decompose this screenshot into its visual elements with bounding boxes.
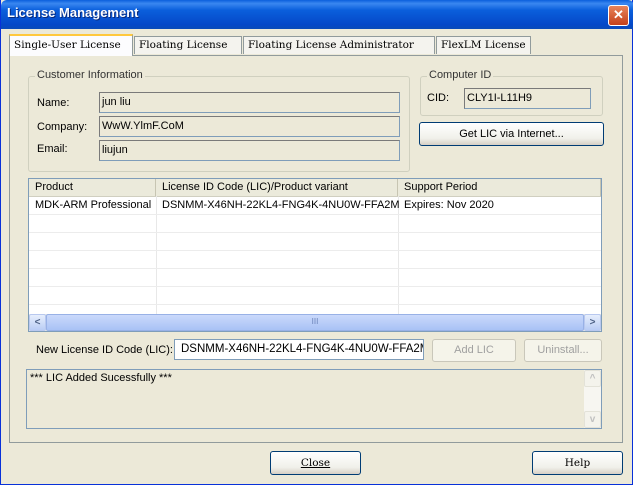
license-list[interactable]: Product License ID Code (LIC)/Product va… [28, 178, 602, 332]
customer-information-legend: Customer Information [35, 69, 145, 81]
single-user-license-panel: Customer Information Name: jun liu Compa… [9, 55, 623, 443]
computer-id-legend: Computer ID [427, 69, 494, 81]
column-header-lic-code[interactable]: License ID Code (LIC)/Product variant [156, 179, 398, 196]
name-label: Name: [37, 97, 70, 109]
cell-lic-code: DSNMM-X46NH-22KL4-FNG4K-4NU0W-FFA2M [162, 199, 400, 211]
scroll-right-icon[interactable]: > [584, 314, 601, 331]
status-log[interactable]: *** LIC Added Sucessfully *** ^ v [26, 369, 602, 429]
table-row[interactable]: MDK-ARM Professional DSNMM-X46NH-22KL4-F… [29, 196, 601, 214]
tab-flexlm-license[interactable]: FlexLM License [436, 36, 531, 54]
row-divider [29, 232, 601, 233]
license-list-header: Product License ID Code (LIC)/Product va… [29, 179, 601, 197]
status-log-text: *** LIC Added Sucessfully *** [30, 372, 172, 384]
tab-floating-license[interactable]: Floating License [134, 36, 242, 54]
vertical-scrollbar[interactable]: ^ v [584, 370, 601, 428]
tab-single-user-license[interactable]: Single-User License [9, 34, 133, 56]
get-lic-via-internet-button[interactable]: Get LIC via Internet... [419, 122, 604, 146]
scroll-down-icon[interactable]: v [584, 411, 601, 428]
company-field[interactable]: WwW.YlmF.CoM [99, 116, 400, 137]
row-divider [29, 214, 601, 215]
email-label: Email: [37, 143, 68, 155]
row-divider [29, 304, 601, 305]
cid-label: CID: [427, 92, 449, 104]
license-management-window: License Management ✕ Single-User License… [0, 0, 633, 485]
uninstall-button[interactable]: Uninstall... [524, 339, 602, 362]
tab-floating-license-administrator[interactable]: Floating License Administrator [243, 36, 435, 54]
name-field[interactable]: jun liu [99, 92, 400, 113]
cid-field[interactable]: CLY1I-L11H9 [464, 88, 591, 109]
help-button[interactable]: Help [532, 451, 623, 475]
new-lic-label: New License ID Code (LIC): [36, 344, 173, 356]
title-bar[interactable]: License Management ✕ [1, 0, 633, 29]
close-icon[interactable]: ✕ [608, 5, 629, 26]
scroll-thumb[interactable]: III [46, 314, 584, 331]
row-divider [29, 250, 601, 251]
scroll-up-icon[interactable]: ^ [584, 370, 601, 387]
horizontal-scrollbar[interactable]: < III > [29, 314, 601, 331]
column-header-product[interactable]: Product [29, 179, 156, 196]
company-label: Company: [37, 121, 88, 133]
close-button[interactable]: Close [270, 451, 361, 475]
cell-support-period: Expires: Nov 2020 [404, 199, 494, 211]
email-field[interactable]: liujun [99, 140, 400, 161]
row-divider [29, 286, 601, 287]
customer-information-group: Customer Information Name: jun liu Compa… [28, 69, 410, 172]
row-divider [29, 268, 601, 269]
new-lic-input[interactable]: DSNMM-X46NH-22KL4-FNG4K-4NU0W-FFA2M [174, 339, 424, 360]
cell-product: MDK-ARM Professional [35, 199, 152, 211]
window-title: License Management [7, 5, 139, 20]
column-header-support-period[interactable]: Support Period [398, 179, 601, 196]
add-lic-button[interactable]: Add LIC [432, 339, 516, 362]
scroll-left-icon[interactable]: < [29, 314, 46, 331]
computer-id-group: Computer ID CID: CLY1I-L11H9 [420, 69, 603, 116]
